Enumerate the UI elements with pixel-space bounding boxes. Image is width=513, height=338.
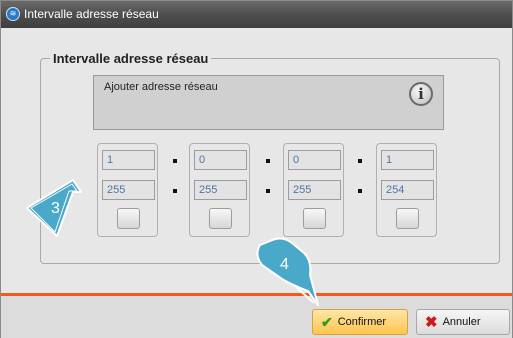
octet-3: 0 255 [283,143,344,237]
window-title: Intervalle adresse réseau [24,7,159,21]
octet-2: 0 255 [189,143,250,237]
callout-4-number: 4 [280,256,289,273]
separator-dot [266,189,270,193]
octet-4-start-field[interactable]: 1 [381,150,434,170]
octet-2-start-field[interactable]: 0 [194,150,247,170]
octet-4-mask-field[interactable]: 254 [381,180,434,200]
info-panel: Ajouter adresse réseau i [93,75,444,130]
cancel-button-label: Annuler [442,316,481,328]
cross-icon: ✖ [425,314,438,331]
octet-3-checkbox[interactable] [303,208,326,229]
group-title: Intervalle adresse réseau [50,51,212,66]
callout-3-number: 3 [51,200,60,217]
separator-dot [358,159,362,163]
confirm-button[interactable]: ✔ Confirmer [312,309,408,335]
octet-1-start-field[interactable]: 1 [102,150,155,170]
app-icon: ≋ [6,7,20,21]
octet-2-mask-field[interactable]: 255 [194,180,247,200]
info-icon[interactable]: i [409,82,433,106]
octet-3-mask-field[interactable]: 255 [288,180,341,200]
octet-4-checkbox[interactable] [396,208,419,229]
octet-1: 1 255 [97,143,158,237]
separator-dot [173,189,177,193]
title-bar[interactable]: ≋ Intervalle adresse réseau [1,1,512,28]
info-text: Ajouter adresse réseau [104,81,218,93]
octet-1-mask-field[interactable]: 255 [102,180,155,200]
octet-2-checkbox[interactable] [209,208,232,229]
cancel-button[interactable]: ✖ Annuler [416,309,510,335]
checkmark-icon: ✔ [321,313,333,330]
octet-3-start-field[interactable]: 0 [288,150,341,170]
confirm-button-label: Confirmer [337,316,387,328]
octet-4: 1 254 [376,143,437,237]
separator-dot [266,159,270,163]
separator-dot [358,189,362,193]
octet-1-checkbox[interactable] [117,208,140,229]
separator-dot [173,159,177,163]
callout-step-4 [256,237,319,306]
